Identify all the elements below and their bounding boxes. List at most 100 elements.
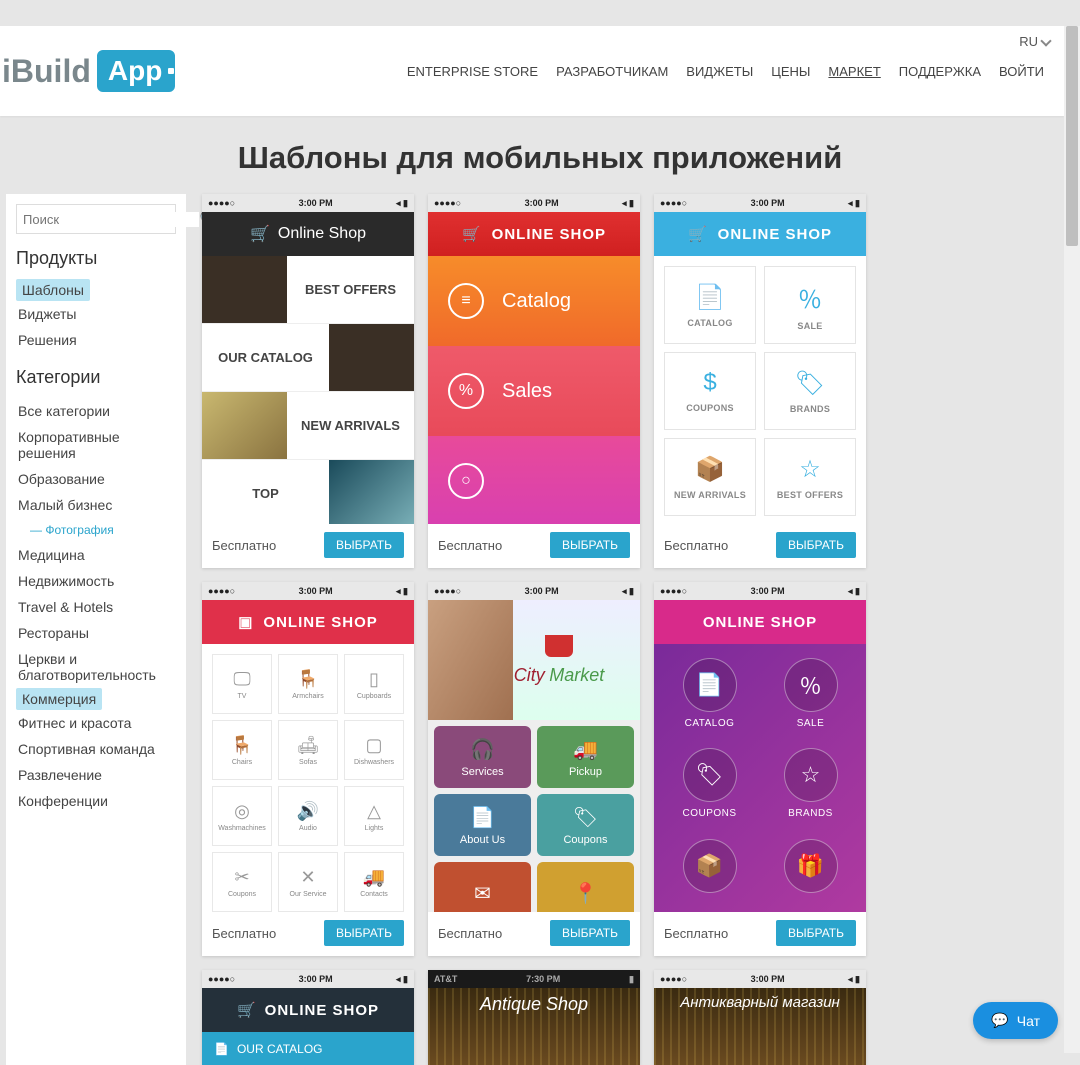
nav-market[interactable]: МАРКЕТ	[828, 64, 880, 79]
cell-label: COUPONS	[686, 403, 734, 413]
row-label: BEST OFFERS	[287, 256, 414, 323]
template-card[interactable]: ●●●●○3:00 PM◂ ▮ City Market 🎧Services 🚚P…	[428, 582, 640, 956]
template-card[interactable]: ●●●●○3:00 PM◂ ▮ ▣ONLINE SHOP 🖵TV 🪑Armcha…	[202, 582, 414, 956]
template-card[interactable]: ●●●●○3:00 PM◂ ▮ 🛒ONLINE SHOP 📄OUR CATALO…	[202, 970, 414, 1065]
chat-icon: 💬	[991, 1012, 1008, 1029]
paper-icon: 📄	[470, 805, 495, 830]
phone-statusbar: ●●●●○3:00 PM◂ ▮	[202, 194, 414, 212]
cart-icon: 🛒	[250, 224, 270, 244]
cat-entertainment[interactable]: Развлечение	[16, 762, 176, 788]
products-list: Шаблоны Виджеты Решения	[16, 279, 176, 353]
cell-label: Lights	[365, 825, 384, 832]
nav-enterprise[interactable]: ENTERPRISE STORE	[407, 64, 538, 79]
price-label: Бесплатно	[212, 538, 276, 553]
scrollbar-thumb[interactable]	[1066, 26, 1078, 246]
price-label: Бесплатно	[664, 538, 728, 553]
cat-commerce[interactable]: Коммерция	[16, 688, 102, 710]
language-selector[interactable]: RU	[1019, 34, 1050, 49]
phone-statusbar: ●●●●○3:00 PM◂ ▮	[202, 970, 414, 988]
price-label: Бесплатно	[438, 926, 502, 941]
cell-label: CATALOG	[687, 318, 732, 328]
tag-icon: 🏷	[683, 748, 737, 802]
circle-icon: ○	[448, 463, 484, 499]
cat-medicine[interactable]: Медицина	[16, 542, 176, 568]
template-card[interactable]: AT&T7:30 PM▮ Antique Shop	[428, 970, 640, 1065]
cat-edu[interactable]: Образование	[16, 466, 176, 492]
chat-button[interactable]: 💬 Чат	[973, 1002, 1058, 1039]
catalog-icon: 📄	[695, 283, 725, 312]
nav-login[interactable]: ВОЙТИ	[999, 64, 1044, 79]
cat-smallbiz[interactable]: Малый бизнес	[16, 492, 176, 518]
cell-label: Our Service	[290, 891, 327, 898]
select-button[interactable]: ВЫБРАТЬ	[776, 920, 856, 946]
page-scrollbar[interactable]	[1064, 26, 1080, 1053]
cell-label: Dishwashers	[354, 759, 394, 766]
list-icon: 📄	[214, 1042, 229, 1056]
template-title: ONLINE SHOP	[703, 614, 817, 631]
gift-icon: 🎁	[784, 839, 838, 893]
cat-corp[interactable]: Корпоративные решения	[16, 424, 176, 466]
product-solutions[interactable]: Решения	[16, 327, 176, 353]
chair-icon: 🪑	[231, 735, 253, 756]
cart-icon: 🛒	[688, 225, 708, 243]
sidebar: 🔍 Продукты Шаблоны Виджеты Решения Катег…	[6, 194, 186, 1065]
chat-label: Чат	[1017, 1013, 1040, 1029]
nav-widgets[interactable]: ВИДЖЕТЫ	[686, 64, 753, 79]
box-icon: 📦	[695, 455, 725, 484]
row-label: OUR CATALOG	[202, 324, 329, 391]
select-button[interactable]: ВЫБРАТЬ	[776, 532, 856, 558]
template-preview: ●●●●○3:00 PM◂ ▮ 🛒ONLINE SHOP 📄CATALOG ％S…	[654, 194, 866, 524]
cell-label: Cupboards	[357, 693, 391, 700]
star-icon: ☆	[799, 455, 821, 484]
product-widgets[interactable]: Виджеты	[16, 301, 176, 327]
products-heading: Продукты	[16, 248, 176, 269]
truck-icon: 🚚	[573, 737, 598, 762]
logo[interactable]: iBuild App	[2, 50, 175, 92]
cat-travel[interactable]: Travel & Hotels	[16, 594, 176, 620]
site-header: iBuild App ENTERPRISE STORE РАЗРАБОТЧИКА…	[0, 26, 1064, 116]
cat-all[interactable]: Все категории	[16, 398, 176, 424]
phone-statusbar: AT&T7:30 PM▮	[428, 970, 640, 988]
cat-restaurants[interactable]: Рестораны	[16, 620, 176, 646]
template-card[interactable]: ●●●●○3:00 PM◂ ▮ 🛒Online Shop BEST OFFERS…	[202, 194, 414, 568]
select-button[interactable]: ВЫБРАТЬ	[550, 532, 630, 558]
template-preview: ●●●●○3:00 PM◂ ▮ Антикварный магазин	[654, 970, 866, 1065]
sofa-icon: 🛋	[297, 735, 320, 756]
select-button[interactable]: ВЫБРАТЬ	[324, 532, 404, 558]
cat-fitness[interactable]: Фитнес и красота	[16, 710, 176, 736]
select-button[interactable]: ВЫБРАТЬ	[324, 920, 404, 946]
washer-icon: ◎	[234, 801, 250, 822]
cell-label: TV	[238, 693, 247, 700]
cat-realestate[interactable]: Недвижимость	[16, 568, 176, 594]
cell-label: Chairs	[232, 759, 252, 766]
template-card[interactable]: ●●●●○3:00 PM◂ ▮ Антикварный магазин	[654, 970, 866, 1065]
logo-badge: App	[97, 50, 175, 92]
search-box[interactable]: 🔍	[16, 204, 176, 234]
template-card[interactable]: ●●●●○3:00 PM◂ ▮ ONLINE SHOP 📄CATALOG ％SA…	[654, 582, 866, 956]
search-input[interactable]	[23, 212, 199, 227]
cell-label: Coupons	[228, 891, 256, 898]
template-title: ONLINE SHOP	[492, 226, 606, 243]
template-preview: ●●●●○3:00 PM◂ ▮ 🛒ONLINE SHOP 📄OUR CATALO…	[202, 970, 414, 1065]
product-templates[interactable]: Шаблоны	[16, 279, 90, 301]
template-card[interactable]: ●●●●○3:00 PM◂ ▮ 🛒ONLINE SHOP ≡Catalog %S…	[428, 194, 640, 568]
cell-label: Sofas	[299, 759, 317, 766]
cell-label: SALE	[797, 718, 825, 729]
categories-list: Все категории Корпоративные решения Обра…	[16, 398, 176, 814]
coupon-icon: $	[703, 369, 716, 397]
star-icon: ☆	[784, 748, 838, 802]
nav-prices[interactable]: ЦЕНЫ	[771, 64, 810, 79]
select-button[interactable]: ВЫБРАТЬ	[550, 920, 630, 946]
cat-photo[interactable]: Фотография	[16, 518, 176, 542]
cell-label: Services	[461, 766, 503, 778]
cat-sports[interactable]: Спортивная команда	[16, 736, 176, 762]
row-label: OUR CATALOG	[237, 1042, 323, 1056]
nav-support[interactable]: ПОДДЕРЖКА	[899, 64, 981, 79]
nav-developers[interactable]: РАЗРАБОТЧИКАМ	[556, 64, 668, 79]
template-card[interactable]: ●●●●○3:00 PM◂ ▮ 🛒ONLINE SHOP 📄CATALOG ％S…	[654, 194, 866, 568]
cat-conferences[interactable]: Конференции	[16, 788, 176, 814]
headset-icon: 🎧	[470, 737, 495, 762]
cat-church[interactable]: Церкви и благотворительность	[16, 646, 176, 688]
template-preview: ●●●●○3:00 PM◂ ▮ 🛒Online Shop BEST OFFERS…	[202, 194, 414, 524]
template-title: ONLINE SHOP	[263, 614, 377, 631]
